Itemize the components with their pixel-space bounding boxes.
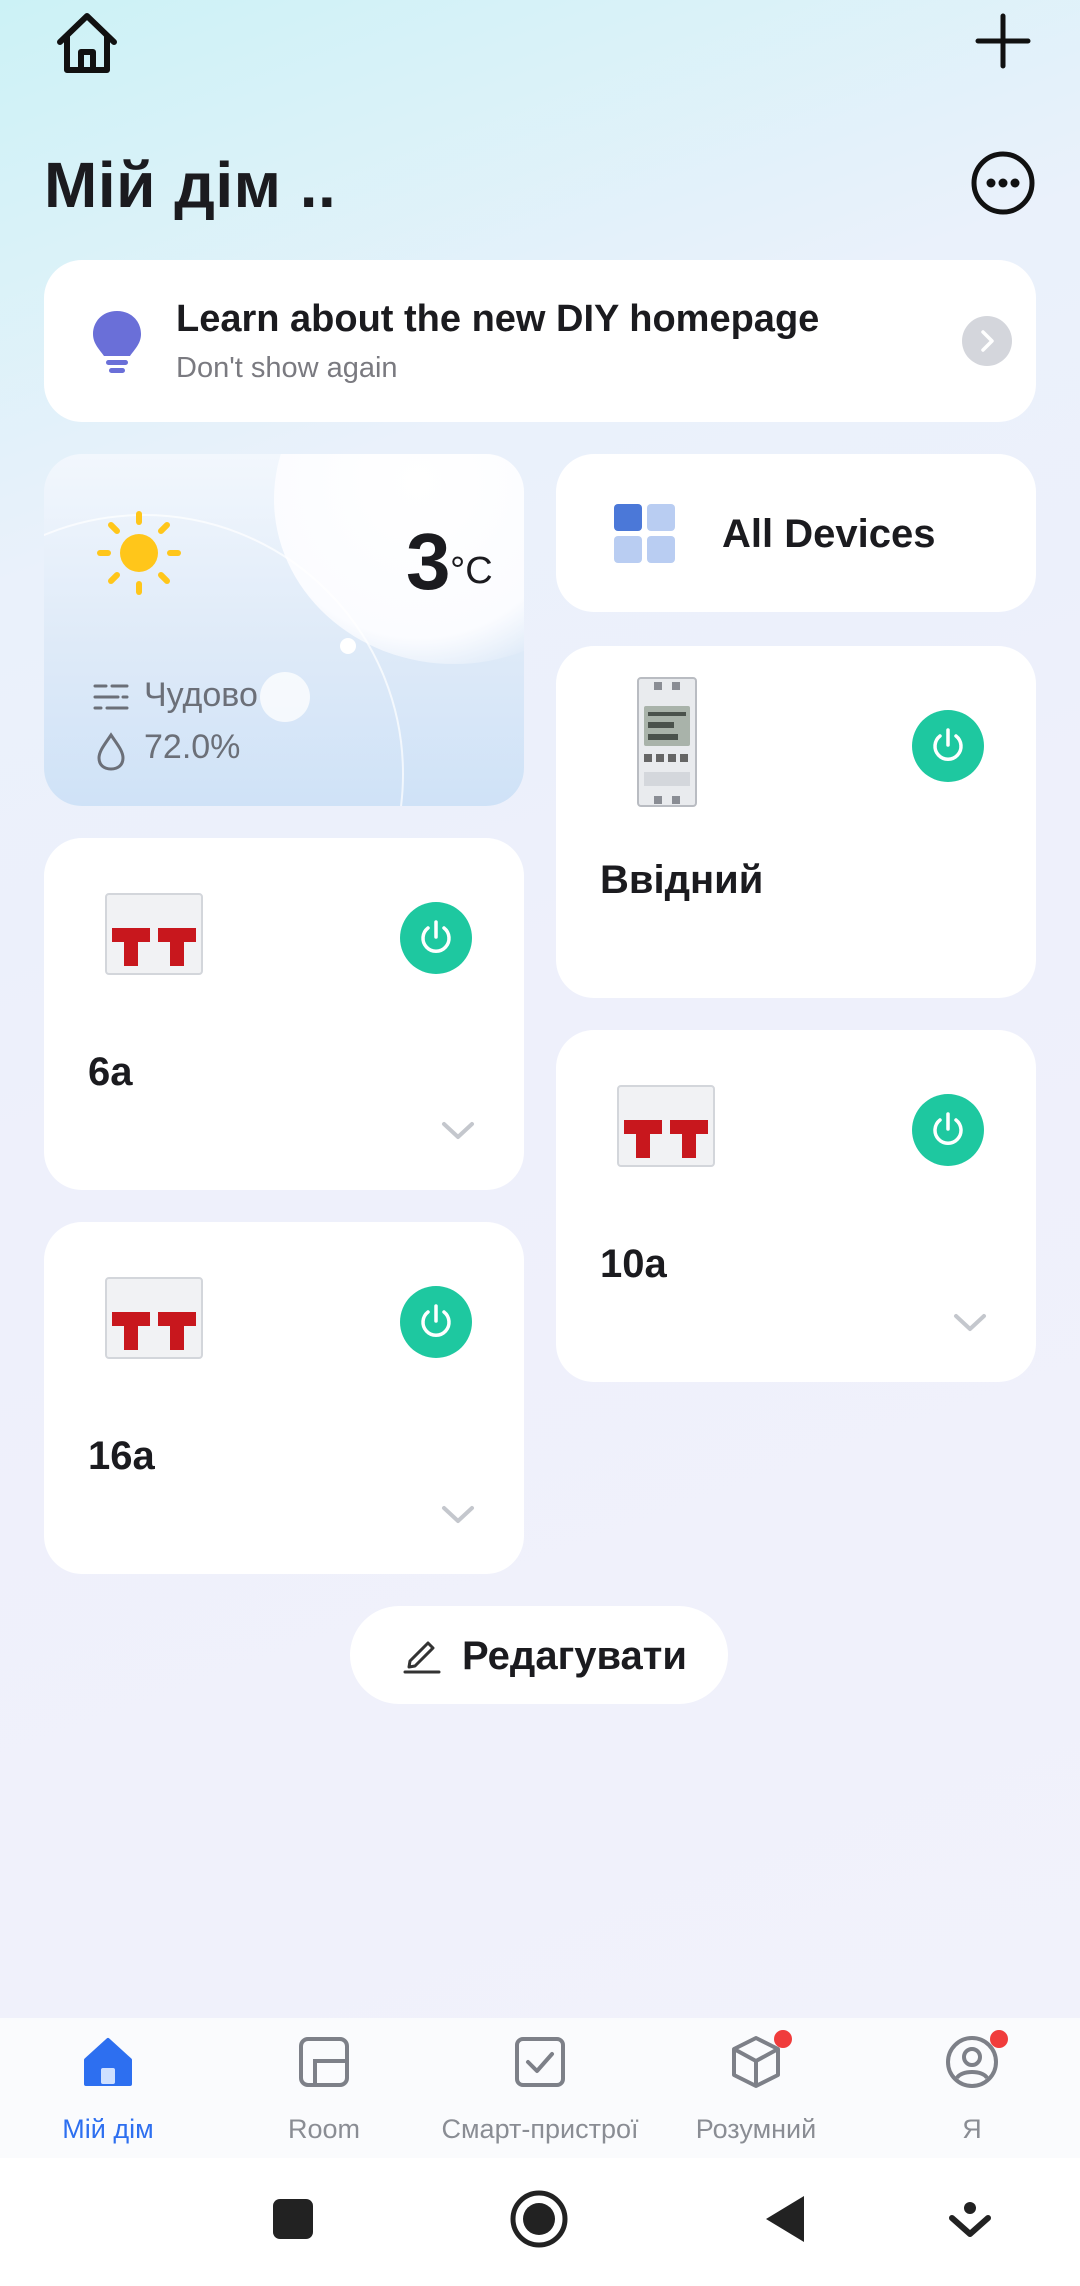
notification-badge [990,2030,1008,2048]
tab-label: Розумний [695,2114,817,2144]
banner-title: Learn about the new DIY homepage [176,298,820,340]
chevron-down-icon[interactable] [952,1312,988,1334]
page-title[interactable]: Мій дім .. [44,148,336,222]
device-name: 16а [88,1434,155,1478]
more-options-button[interactable] [970,150,1036,216]
temperature-value: 3 [406,517,450,606]
power-button[interactable] [400,902,472,974]
device-card-6a[interactable]: 6а [44,838,524,1190]
device-card-10a[interactable]: 10а [556,1030,1036,1382]
weather-card[interactable]: 3 °C Чудово 72.0% [44,454,524,806]
sun-icon [97,511,181,595]
room-icon [299,2037,349,2087]
power-icon [421,1304,451,1337]
tab-label: Смарт-пристрої [441,2114,639,2144]
circuit-breaker-icon [617,1085,715,1167]
tab-label: Room [287,2114,361,2144]
device-name: 6а [88,1050,133,1094]
power-icon [933,1112,963,1145]
diy-homepage-banner[interactable]: Learn about the new DIY homepage Don't s… [44,260,1036,422]
weather-condition-icon [93,684,129,710]
banner-arrow-button[interactable] [962,316,1012,366]
system-navigation-bar [0,2158,1080,2286]
device-card-vvidnyi[interactable]: Ввідний [556,646,1036,998]
weather-decoration-dot [340,638,356,654]
tab-label: Мій дім [62,2114,154,2144]
edit-button[interactable]: Редагувати [350,1606,728,1704]
tab-smart[interactable]: Розумний [648,2018,864,2158]
chevron-down-icon[interactable] [440,1120,476,1142]
circuit-breaker-icon [105,893,203,975]
tab-me[interactable]: Я [864,2018,1080,2158]
bottom-tab-bar: Мій дім Room Смарт-пристрої Розумний Я [0,2018,1080,2158]
humidity-value: 72.0% [144,728,241,766]
power-icon [933,728,963,761]
power-icon [421,920,451,953]
checkbox-icon [515,2037,565,2087]
back-icon[interactable] [762,2192,808,2246]
all-devices-card[interactable]: All Devices [556,454,1036,612]
temperature-unit: °C [450,550,493,592]
recent-apps-icon[interactable] [270,2196,316,2242]
devices-grid-icon [614,504,675,563]
power-button[interactable] [912,1094,984,1166]
add-icon[interactable] [968,6,1038,76]
home-nav-icon[interactable] [508,2188,570,2250]
all-devices-label: All Devices [722,512,936,556]
circuit-breaker-icon [105,1277,203,1359]
edit-button-label: Редагувати [462,1634,687,1678]
tab-label: Я [962,2114,982,2144]
lightbulb-icon [93,311,141,373]
device-card-16a[interactable]: 16а [44,1222,524,1574]
chevron-right-icon [981,330,994,352]
tab-smart-devices[interactable]: Смарт-пристрої [432,2018,648,2158]
pencil-icon [403,1641,441,1674]
energy-meter-icon [637,677,697,807]
chevron-down-icon[interactable] [440,1504,476,1526]
notification-badge [774,2030,792,2048]
tab-my-home[interactable]: Мій дім [0,2018,216,2158]
device-name: Ввідний [600,858,764,902]
weather-decoration-bubble [260,672,310,722]
home-icon[interactable] [52,8,122,78]
dont-show-again-link[interactable]: Don't show again [176,352,398,385]
weather-condition: Чудово [144,676,258,714]
humidity-icon [97,732,125,771]
power-button[interactable] [400,1286,472,1358]
device-name: 10а [600,1242,667,1286]
power-button[interactable] [912,710,984,782]
tab-room[interactable]: Room [216,2018,432,2158]
gesture-handle-icon[interactable] [948,2198,992,2242]
home-icon [84,2038,132,2086]
